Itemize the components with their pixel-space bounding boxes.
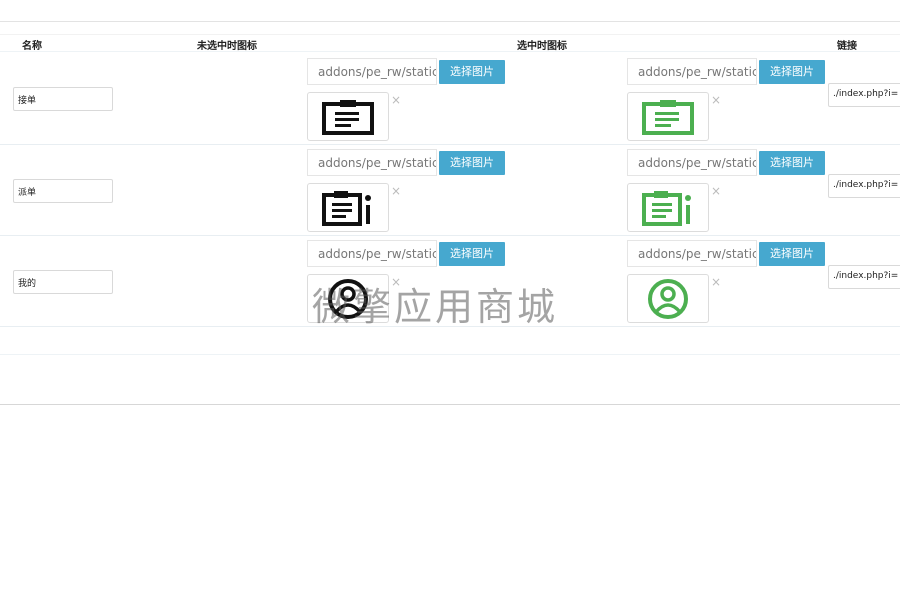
table-footer-divider	[0, 354, 900, 355]
unselected-pick-image-button[interactable]: 选择图片	[439, 242, 505, 266]
unselected-icon-preview	[307, 274, 389, 323]
unselected-icon-preview	[307, 183, 389, 232]
remove-selected-icon-button[interactable]: ×	[711, 275, 721, 289]
table-row: 派单 addons/pe_rw/static 选择图片 × addons/pe_…	[0, 144, 900, 236]
header-name: 名称	[22, 41, 42, 52]
header-link: 链接	[837, 41, 857, 52]
menu-name-input[interactable]: 我的	[13, 270, 113, 294]
table-row: 我的 addons/pe_rw/static 选择图片 × addons/pe_…	[0, 235, 900, 327]
unselected-icon-path-input[interactable]: addons/pe_rw/static	[307, 149, 437, 176]
menu-name-input[interactable]: 派单	[13, 179, 113, 203]
link-input[interactable]: ./index.php?i=	[828, 83, 900, 107]
user-circle-icon	[648, 278, 688, 319]
header-unselected-icon: 未选中时图标	[197, 41, 257, 52]
remove-unselected-icon-button[interactable]: ×	[391, 93, 401, 107]
unselected-pick-image-button[interactable]: 选择图片	[439, 60, 505, 84]
selected-icon-path-input[interactable]: addons/pe_rw/static	[627, 149, 757, 176]
clipboard-icon	[322, 99, 374, 135]
selected-icon-preview	[627, 92, 709, 141]
remove-unselected-icon-button[interactable]: ×	[391, 184, 401, 198]
remove-selected-icon-button[interactable]: ×	[711, 93, 721, 107]
table-header	[0, 34, 900, 52]
selected-pick-image-button[interactable]: 选择图片	[759, 60, 825, 84]
table-row: 接单 addons/pe_rw/static 选择图片 × addons/pe_…	[0, 53, 900, 145]
selected-icon-preview	[627, 274, 709, 323]
dispatch-list-icon	[642, 190, 691, 226]
link-input[interactable]: ./index.php?i=	[828, 265, 900, 289]
selected-pick-image-button[interactable]: 选择图片	[759, 151, 825, 175]
unselected-pick-image-button[interactable]: 选择图片	[439, 151, 505, 175]
user-circle-icon	[328, 278, 368, 319]
unselected-icon-path-input[interactable]: addons/pe_rw/static	[307, 58, 437, 85]
clipboard-icon	[642, 99, 694, 135]
menu-name-input[interactable]: 接单	[13, 87, 113, 111]
selected-icon-preview	[627, 183, 709, 232]
selected-pick-image-button[interactable]: 选择图片	[759, 242, 825, 266]
link-input[interactable]: ./index.php?i=	[828, 174, 900, 198]
dispatch-list-icon	[322, 190, 371, 226]
selected-icon-path-input[interactable]: addons/pe_rw/static	[627, 240, 757, 267]
remove-selected-icon-button[interactable]: ×	[711, 184, 721, 198]
unselected-icon-preview	[307, 92, 389, 141]
unselected-icon-path-input[interactable]: addons/pe_rw/static	[307, 240, 437, 267]
remove-unselected-icon-button[interactable]: ×	[391, 275, 401, 289]
selected-icon-path-input[interactable]: addons/pe_rw/static	[627, 58, 757, 85]
header-selected-icon: 选中时图标	[517, 41, 567, 52]
top-divider	[0, 21, 900, 22]
panel-bottom-border	[0, 404, 900, 405]
